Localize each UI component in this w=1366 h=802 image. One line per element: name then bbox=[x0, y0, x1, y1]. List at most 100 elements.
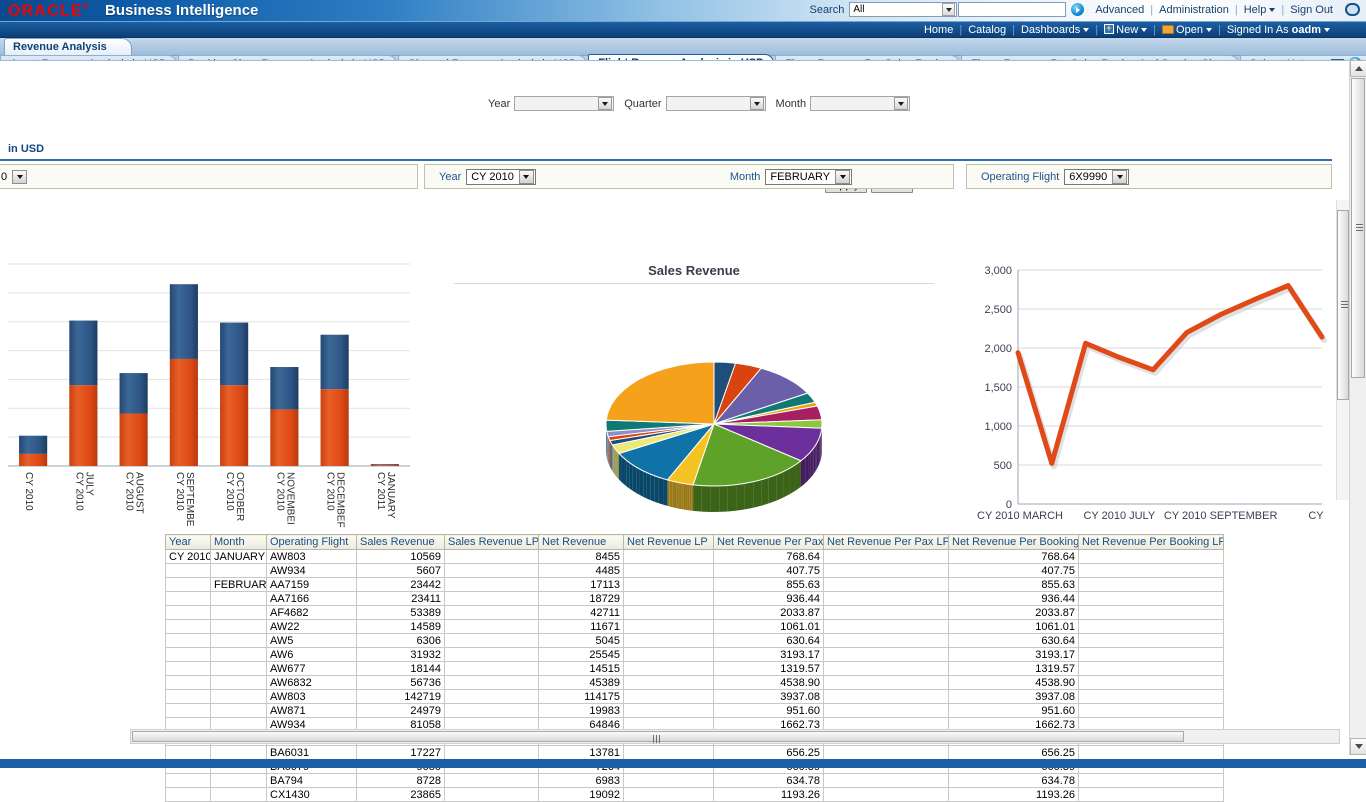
table-row[interactable]: FEBRUARYAA71592344217113855.63855.63 bbox=[166, 578, 1224, 592]
cell-net-revenue-per-booking-lp bbox=[1079, 578, 1224, 592]
scrollbar-grip-icon bbox=[1341, 301, 1348, 308]
nav-home[interactable]: Home bbox=[918, 24, 959, 36]
search-scope-select[interactable]: All bbox=[849, 2, 957, 17]
cell-net-revenue: 17113 bbox=[539, 578, 624, 592]
cell-sales-revenue-lp bbox=[445, 774, 539, 788]
col-net-revenue-per-booking-lp[interactable]: Net Revenue Per Booking LP bbox=[1079, 535, 1224, 550]
col-net-revenue-lp[interactable]: Net Revenue LP bbox=[624, 535, 714, 550]
svg-text:CY 2010 JULY: CY 2010 JULY bbox=[1083, 510, 1155, 522]
table-row[interactable]: AF468253389427112033.872033.87 bbox=[166, 606, 1224, 620]
table-row[interactable]: AW563065045630.64630.64 bbox=[166, 634, 1224, 648]
col-net-revenue-per-pax[interactable]: Net Revenue Per Pax bbox=[714, 535, 824, 550]
scroll-down-button[interactable] bbox=[1350, 738, 1366, 755]
sign-out-link[interactable]: Sign Out bbox=[1284, 4, 1339, 16]
vertical-scrollbar-outer[interactable] bbox=[1349, 60, 1366, 755]
nav-catalog[interactable]: Catalog bbox=[962, 24, 1012, 36]
svg-text:500: 500 bbox=[994, 460, 1012, 472]
cell-net-revenue-lp bbox=[624, 676, 714, 690]
cell-net-revenue-per-booking-lp bbox=[1079, 662, 1224, 676]
cell-net-revenue-lp bbox=[624, 704, 714, 718]
col-net-revenue[interactable]: Net Revenue bbox=[539, 535, 624, 550]
col-net-revenue-per-booking[interactable]: Net Revenue Per Booking bbox=[949, 535, 1079, 550]
table-row[interactable]: AW67718144145151319.571319.57 bbox=[166, 662, 1224, 676]
cell-sales-revenue-lp bbox=[445, 704, 539, 718]
table-row[interactable]: AW631932255453193.173193.17 bbox=[166, 648, 1224, 662]
prompt-month-select[interactable] bbox=[810, 96, 910, 111]
cell-sales-revenue: 24979 bbox=[357, 704, 445, 718]
cell-net-revenue-per-pax: 1319.57 bbox=[714, 662, 824, 676]
revenue-trend-line-chart[interactable]: 05001,0001,5002,0002,5003,000CY 2010 MAR… bbox=[966, 256, 1332, 528]
help-link[interactable]: Help bbox=[1238, 4, 1282, 16]
user-bubble-icon[interactable] bbox=[1345, 3, 1360, 16]
pie-slice-17[interactable] bbox=[606, 362, 714, 424]
table-row[interactable]: AA71662341118729936.44936.44 bbox=[166, 592, 1224, 606]
cell-net-revenue-lp bbox=[624, 634, 714, 648]
table-row[interactable]: CX143023865190921193.261193.26 bbox=[166, 788, 1224, 802]
panel-year-select[interactable]: CY 2010 bbox=[466, 169, 536, 185]
prompt-quarter-select[interactable] bbox=[666, 96, 766, 111]
col-year[interactable]: Year bbox=[166, 535, 211, 550]
col-sales-revenue-lp[interactable]: Sales Revenue LP bbox=[445, 535, 539, 550]
col-month[interactable]: Month bbox=[211, 535, 267, 550]
cell-operating-flight: AA7159 bbox=[267, 578, 357, 592]
cell-operating-flight: AW6 bbox=[267, 648, 357, 662]
table-row[interactable]: AW683256736453894538.904538.90 bbox=[166, 676, 1224, 690]
horizontal-scrollbar-thumb[interactable] bbox=[132, 731, 1184, 742]
col-net-revenue-per-pax-lp[interactable]: Net Revenue Per Pax LP bbox=[824, 535, 949, 550]
cell-net-revenue-lp bbox=[624, 662, 714, 676]
table-row[interactable]: AW2214589116711061.011061.01 bbox=[166, 620, 1224, 634]
cell-net-revenue: 14515 bbox=[539, 662, 624, 676]
prompt-quarter-label: Quarter bbox=[624, 98, 661, 110]
cell-net-revenue-per-pax: 951.60 bbox=[714, 704, 824, 718]
chevron-down-icon[interactable] bbox=[12, 170, 27, 184]
nav-open-label: Open bbox=[1176, 24, 1203, 36]
panel-flight-select[interactable]: 6X9990 bbox=[1064, 169, 1129, 185]
cell-year bbox=[166, 592, 211, 606]
cell-sales-revenue-lp bbox=[445, 578, 539, 592]
administration-link[interactable]: Administration bbox=[1153, 4, 1235, 16]
table-row[interactable]: AW8031427191141753937.083937.08 bbox=[166, 690, 1224, 704]
chevron-down-icon bbox=[1141, 28, 1147, 32]
cell-operating-flight: AF4682 bbox=[267, 606, 357, 620]
table-row[interactable]: AW93456074485407.75407.75 bbox=[166, 564, 1224, 578]
scroll-up-button[interactable] bbox=[1350, 60, 1366, 77]
svg-text:CY 2010: CY 2010 bbox=[124, 472, 135, 511]
nav-new[interactable]: New bbox=[1098, 24, 1153, 36]
svg-text:2,000: 2,000 bbox=[984, 343, 1012, 355]
signed-in-as[interactable]: Signed In As oadm bbox=[1221, 24, 1336, 36]
vertical-scrollbar-thumb-outer[interactable] bbox=[1351, 78, 1365, 378]
col-sales-revenue[interactable]: Sales Revenue bbox=[357, 535, 445, 550]
cell-net-revenue-per-booking: 656.25 bbox=[949, 746, 1079, 760]
advanced-link[interactable]: Advanced bbox=[1089, 4, 1150, 16]
cell-net-revenue-per-pax-lp bbox=[824, 662, 949, 676]
prompt-year-select[interactable] bbox=[514, 96, 614, 111]
table-row[interactable]: AW8712497919983951.60951.60 bbox=[166, 704, 1224, 718]
vertical-scrollbar-thumb-inner[interactable] bbox=[1337, 210, 1349, 400]
cell-year bbox=[166, 634, 211, 648]
table-row[interactable]: BA60311722713781656.25656.25 bbox=[166, 746, 1224, 760]
cell-net-revenue-per-pax-lp bbox=[824, 564, 949, 578]
cell-year bbox=[166, 746, 211, 760]
dashboard-title-tab[interactable]: Revenue Analysis bbox=[4, 38, 132, 56]
table-row[interactable]: CY 2010JANUARYAW803105698455768.64768.64 bbox=[166, 550, 1224, 564]
cell-operating-flight: AW934 bbox=[267, 564, 357, 578]
cell-net-revenue: 11671 bbox=[539, 620, 624, 634]
cell-month bbox=[211, 620, 267, 634]
cell-net-revenue-per-pax: 768.64 bbox=[714, 550, 824, 564]
vertical-scrollbar-inner[interactable] bbox=[1336, 200, 1349, 500]
cell-net-revenue-per-pax: 1193.26 bbox=[714, 788, 824, 802]
cell-sales-revenue-lp bbox=[445, 606, 539, 620]
col-operating-flight[interactable]: Operating Flight bbox=[267, 535, 357, 550]
panel-month-select[interactable]: FEBRUARY bbox=[765, 169, 852, 185]
nav-dashboards[interactable]: Dashboards bbox=[1015, 24, 1095, 36]
cell-month bbox=[211, 704, 267, 718]
search-input[interactable] bbox=[958, 2, 1066, 17]
table-row[interactable]: BA79487286983634.78634.78 bbox=[166, 774, 1224, 788]
horizontal-scrollbar[interactable] bbox=[130, 729, 1340, 744]
nav-open[interactable]: Open bbox=[1156, 24, 1218, 36]
cell-year bbox=[166, 690, 211, 704]
go-arrow-icon[interactable] bbox=[1071, 3, 1084, 16]
stacked-bar-chart[interactable]: CY 2010CY 2010JULYCY 2010AUGUSTCY 2010SE… bbox=[0, 256, 418, 528]
cell-net-revenue-per-booking-lp bbox=[1079, 606, 1224, 620]
sales-revenue-pie-chart[interactable]: Sales Revenue bbox=[424, 256, 964, 528]
